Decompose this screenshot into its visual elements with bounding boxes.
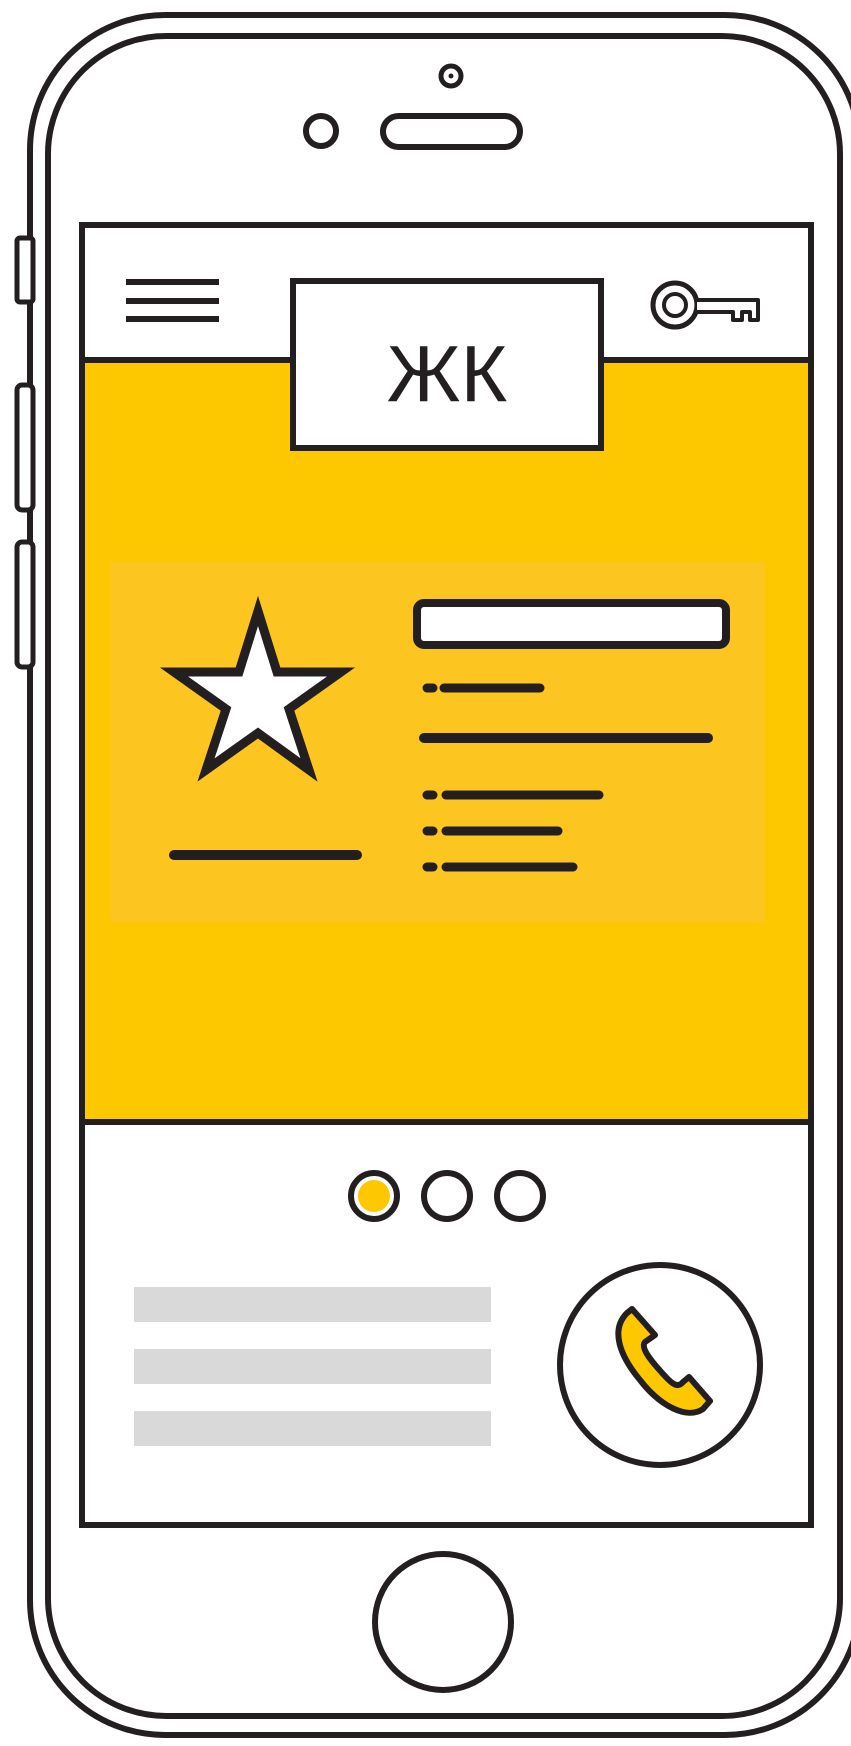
volume-down-button[interactable]	[14, 539, 36, 670]
carousel-dot-active-fill	[358, 1180, 390, 1212]
placeholder-line	[134, 1411, 491, 1446]
proximity-sensor	[448, 73, 454, 79]
placeholder-line	[134, 1287, 491, 1322]
carousel-indicator	[348, 1170, 546, 1222]
volume-up-button[interactable]	[14, 382, 36, 513]
card-title-bar	[413, 599, 730, 649]
placeholder-line	[134, 1349, 491, 1384]
carousel-dot[interactable]	[421, 1170, 473, 1222]
earpiece-speaker	[380, 113, 523, 150]
text-placeholders	[134, 1287, 491, 1446]
logo-box[interactable]: ЖК	[290, 278, 604, 451]
featured-card[interactable]	[110, 562, 765, 922]
carousel-dot[interactable]	[494, 1170, 546, 1222]
side-buttons	[14, 235, 36, 670]
call-button[interactable]	[557, 1262, 763, 1468]
mute-switch[interactable]	[14, 235, 36, 305]
logo-text: ЖК	[387, 329, 508, 418]
phone-mockup: ЖК	[0, 0, 851, 1741]
light-sensor	[303, 113, 339, 149]
screen: ЖК	[79, 222, 814, 1528]
home-button[interactable]	[372, 1551, 514, 1693]
